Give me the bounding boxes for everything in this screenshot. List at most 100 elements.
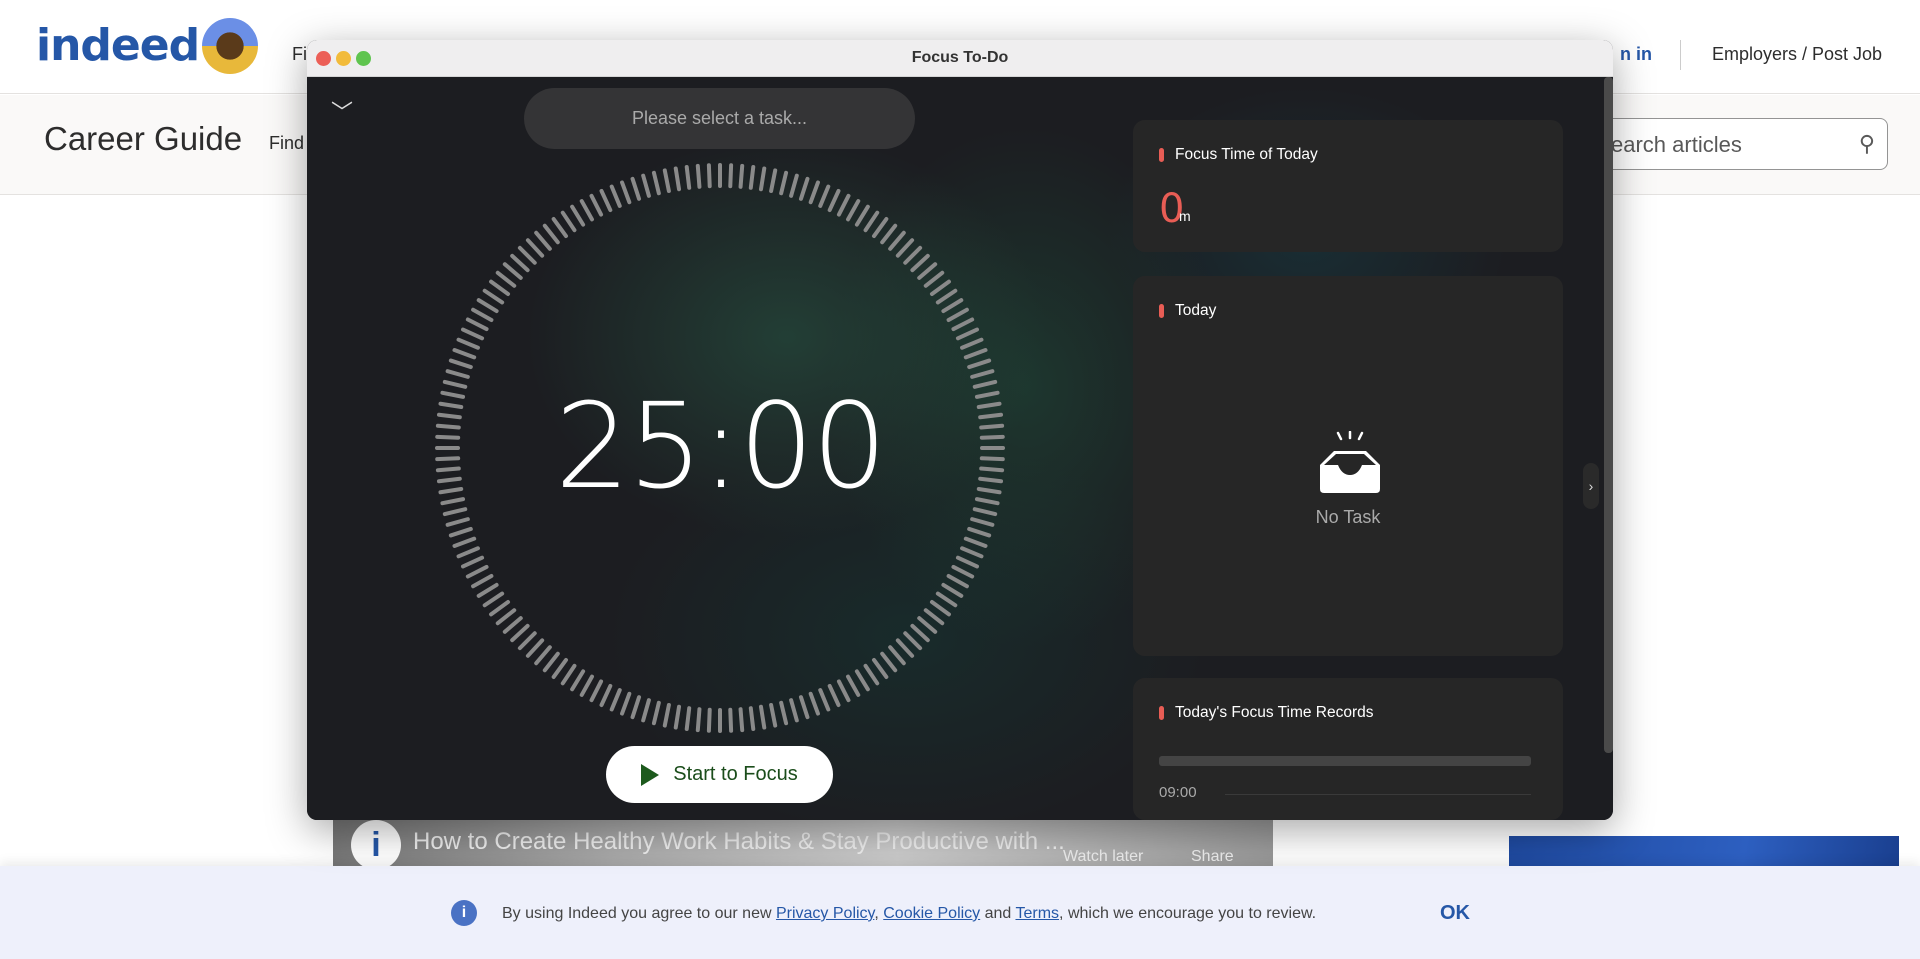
title-bar[interactable]: Focus To-Do: [307, 40, 1613, 77]
ring-tick: [836, 193, 851, 217]
privacy-policy-link[interactable]: Privacy Policy: [776, 905, 874, 922]
ring-tick: [651, 700, 661, 726]
ring-tick: [525, 238, 545, 258]
ring-tick: [789, 173, 799, 198]
ring-tick: [651, 170, 661, 196]
ring-tick: [630, 695, 642, 720]
career-guide-title[interactable]: Career Guide: [44, 120, 242, 158]
ring-tick: [456, 546, 480, 559]
scrollbar[interactable]: [1604, 77, 1613, 753]
ring-tick: [951, 564, 975, 579]
ring-tick: [935, 591, 958, 608]
records-timeline-bar: [1159, 756, 1531, 766]
ring-tick: [758, 704, 767, 730]
video-embed[interactable]: i How to Create Healthy Work Habits & St…: [333, 820, 1273, 870]
ring-tick: [955, 327, 980, 341]
video-title[interactable]: How to Create Healthy Work Habits & Stay…: [413, 828, 1065, 856]
ring-tick: [917, 262, 938, 280]
ring-tick: [560, 663, 577, 686]
comma: ,: [874, 905, 884, 922]
start-focus-button[interactable]: Start to Focus: [606, 746, 833, 803]
focus-time-unit: m: [1179, 208, 1191, 224]
search-icon[interactable]: ⚲: [1859, 131, 1875, 157]
ring-tick: [863, 663, 880, 686]
find-link[interactable]: Find: [269, 133, 304, 154]
ring-tick: [510, 623, 530, 643]
ring-tick: [695, 163, 702, 189]
ring-tick: [935, 288, 958, 305]
ring-tick: [738, 163, 745, 189]
ring-tick: [502, 616, 523, 634]
today-card: Today No Task: [1133, 276, 1563, 656]
ring-tick: [620, 691, 632, 716]
ring-tick: [955, 555, 980, 569]
cookie-text: By using Indeed you agree to our new Pri…: [502, 905, 1316, 923]
share-button[interactable]: Share: [1191, 848, 1234, 866]
ok-button[interactable]: OK: [1440, 902, 1470, 925]
watch-later-button[interactable]: Watch later: [1063, 848, 1143, 866]
ring-tick: [967, 358, 992, 370]
ring-tick: [599, 683, 613, 708]
ring-tick: [798, 695, 810, 720]
ring-tick: [818, 688, 831, 712]
ring-tick: [917, 616, 938, 634]
cookie-banner: i By using Indeed you agree to our new P…: [0, 866, 1920, 959]
ring-tick: [748, 706, 756, 732]
ring-tick: [923, 270, 945, 288]
ring-tick: [517, 245, 537, 265]
ring-tick: [599, 188, 613, 213]
card-title: Focus Time of Today: [1175, 146, 1318, 163]
accent-bar: [1159, 148, 1164, 162]
ring-tick: [560, 210, 577, 233]
ring-tick: [542, 223, 560, 245]
task-selector[interactable]: Please select a task...: [524, 88, 915, 149]
record-time-label: 09:00: [1159, 784, 1197, 801]
terms-link[interactable]: Terms: [1015, 905, 1059, 922]
ring-tick: [929, 279, 951, 297]
ring-tick: [589, 193, 604, 217]
record-line: [1225, 794, 1531, 795]
ring-tick: [808, 180, 820, 205]
ring-tick: [963, 348, 988, 360]
ring-tick: [895, 238, 915, 258]
ring-tick: [871, 657, 889, 679]
ring-tick: [609, 688, 622, 712]
indeed-logo[interactable]: indeed: [36, 20, 200, 71]
ring-tick: [525, 638, 545, 658]
cookie-policy-link[interactable]: Cookie Policy: [883, 905, 980, 922]
ring-tick: [510, 253, 530, 273]
focus-records-card: Today's Focus Time Records 09:00: [1133, 678, 1563, 820]
expand-panel-button[interactable]: ›: [1583, 463, 1599, 509]
ring-tick: [941, 582, 964, 598]
ring-tick: [888, 230, 906, 251]
ring-tick: [452, 536, 477, 548]
ring-tick: [448, 358, 473, 370]
ring-tick: [827, 188, 841, 213]
ring-tick: [728, 707, 734, 733]
ring-tick: [779, 700, 789, 726]
ring-tick: [460, 327, 485, 341]
sign-in-link[interactable]: n in: [1620, 44, 1652, 65]
ring-tick: [706, 707, 712, 733]
chevron-down-icon[interactable]: ﹀: [331, 95, 353, 127]
ring-tick: [662, 702, 671, 728]
nav-find-jobs[interactable]: Fi: [292, 44, 307, 65]
ring-tick: [452, 348, 477, 360]
employers-link[interactable]: Employers / Post Job: [1712, 44, 1882, 65]
ring-tick: [579, 199, 594, 222]
ring-tick: [534, 645, 552, 666]
ring-tick: [517, 631, 537, 651]
ring-tick: [482, 591, 505, 608]
divider: [1680, 40, 1681, 70]
ring-tick: [863, 210, 880, 233]
no-task-label: No Task: [1315, 507, 1381, 527]
ring-tick: [551, 217, 569, 239]
ring-tick: [941, 298, 964, 314]
cookie-prefix: By using Indeed you agree to our new: [502, 905, 776, 922]
ring-tick: [456, 337, 480, 350]
app-content: ﹀ Please select a task... 25:00 Start to…: [307, 77, 1613, 820]
ring-tick: [673, 704, 682, 730]
ring-tick: [489, 599, 511, 617]
ring-tick: [460, 555, 485, 569]
ring-tick: [946, 307, 969, 322]
